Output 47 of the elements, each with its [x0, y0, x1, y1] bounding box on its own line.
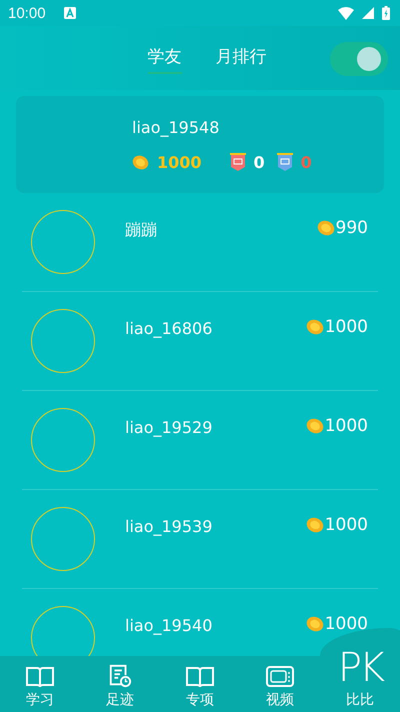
- nav-item[interactable]: 学习: [0, 656, 80, 712]
- badge-icon: [276, 153, 293, 171]
- avatar: [31, 309, 95, 373]
- nav-item[interactable]: 足迹: [80, 656, 160, 712]
- wifi-icon: [338, 6, 354, 20]
- avatar: [31, 210, 95, 274]
- coin-icon: [306, 319, 324, 335]
- toggle-switch[interactable]: [330, 42, 388, 76]
- nav-item[interactable]: 视频: [240, 656, 320, 712]
- coin-icon: [306, 616, 324, 632]
- ranking-row[interactable]: 蹦蹦 990: [22, 193, 378, 292]
- user-name: liao_16806: [125, 319, 214, 338]
- ranking-row[interactable]: liao_19539 1000: [22, 490, 378, 589]
- user-name: liao_19529: [125, 418, 214, 437]
- avatar: [31, 507, 95, 571]
- badge-icon: [230, 153, 246, 171]
- coin-count: 990: [336, 218, 368, 238]
- notification-icon: [64, 7, 76, 19]
- tv-icon: [266, 664, 294, 688]
- ranking-row[interactable]: liao_16806 1000: [22, 292, 378, 391]
- coin-icon: [316, 220, 335, 236]
- pk-logo: PK: [338, 648, 382, 688]
- user-name: liao_19539: [125, 517, 214, 536]
- ribbon-count: 0: [300, 152, 312, 172]
- ribbon-count: 0: [254, 152, 265, 172]
- coin-count: 1000: [157, 152, 202, 172]
- coin-count: 1000: [324, 614, 368, 634]
- avatar: [31, 408, 95, 472]
- coin-count: 1000: [324, 317, 368, 337]
- ranking-row[interactable]: liao_19529 1000: [22, 391, 378, 490]
- user-name: liao_19540: [125, 616, 214, 635]
- coin-icon: [132, 154, 149, 170]
- coin-icon: [306, 418, 324, 434]
- document-clock-icon: [108, 664, 132, 688]
- book-icon: [26, 666, 54, 688]
- coin-count: 1000: [324, 416, 368, 436]
- battery-icon: [382, 6, 390, 20]
- nav-item[interactable]: 专项: [160, 656, 240, 712]
- tab[interactable]: 学友: [148, 42, 182, 74]
- user-name: liao_19548: [132, 118, 220, 136]
- user-name: 蹦蹦: [125, 220, 158, 241]
- tab[interactable]: 月排行: [216, 42, 266, 74]
- book-icon: [186, 666, 214, 688]
- coin-icon: [306, 517, 324, 533]
- coin-count: 1000: [324, 515, 368, 535]
- status-time: 10:00: [8, 4, 46, 22]
- signal-icon: [362, 7, 374, 19]
